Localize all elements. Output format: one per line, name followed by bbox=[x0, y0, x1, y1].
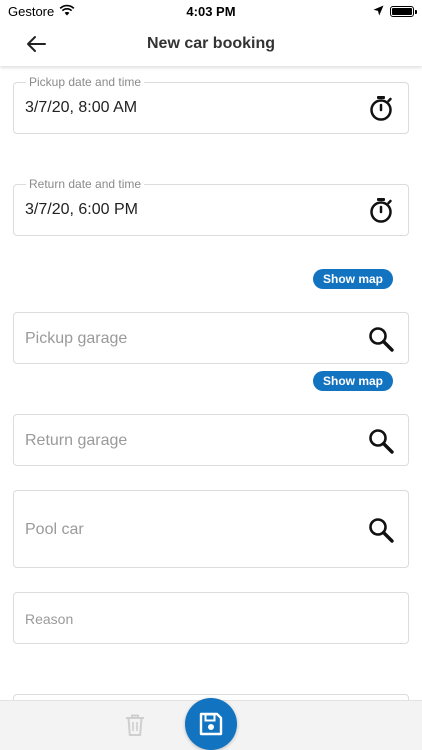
search-icon[interactable] bbox=[368, 326, 394, 352]
search-icon[interactable] bbox=[368, 428, 394, 454]
search-icon[interactable] bbox=[368, 517, 394, 543]
pickup-datetime-field[interactable]: Pickup date and time 3/7/20, 8:00 AM bbox=[13, 75, 409, 134]
status-right bbox=[373, 4, 417, 19]
pool-car-field[interactable]: Pool car bbox=[13, 490, 409, 568]
status-left: Gestore bbox=[8, 4, 75, 19]
pickup-garage-field[interactable]: Pickup garage bbox=[13, 312, 409, 364]
bottom-action-bar bbox=[0, 698, 422, 750]
trash-icon[interactable] bbox=[124, 713, 146, 737]
return-garage-placeholder: Return garage bbox=[25, 432, 128, 449]
save-button[interactable] bbox=[185, 698, 237, 750]
show-map-pickup-button[interactable]: Show map bbox=[312, 269, 393, 289]
carrier-name: Gestore bbox=[8, 3, 55, 19]
location-arrow-icon bbox=[373, 4, 384, 19]
pickup-datetime-label: Pickup date and time bbox=[26, 75, 145, 89]
return-datetime-field[interactable]: Return date and time 3/7/20, 6:00 PM bbox=[13, 177, 409, 236]
wifi-icon bbox=[59, 4, 75, 19]
return-datetime-value: 3/7/20, 6:00 PM bbox=[25, 201, 138, 218]
stopwatch-icon[interactable] bbox=[368, 197, 394, 223]
app-header: New car booking bbox=[0, 22, 422, 66]
stopwatch-icon[interactable] bbox=[368, 95, 394, 121]
back-button[interactable] bbox=[22, 30, 50, 58]
return-garage-field[interactable]: Return garage bbox=[13, 414, 409, 466]
status-bar: Gestore 4:03 PM bbox=[0, 0, 422, 22]
pool-car-placeholder: Pool car bbox=[25, 521, 84, 538]
floppy-disk-icon bbox=[199, 712, 223, 736]
reason-field[interactable]: Reason bbox=[13, 592, 409, 644]
booking-form: Pickup date and time 3/7/20, 8:00 AM Ret… bbox=[0, 66, 422, 700]
pickup-datetime-value: 3/7/20, 8:00 AM bbox=[25, 99, 138, 116]
pickup-garage-placeholder: Pickup garage bbox=[25, 330, 128, 347]
battery-icon bbox=[390, 5, 417, 17]
page-title: New car booking bbox=[146, 35, 276, 52]
show-map-return-button[interactable]: Show map bbox=[312, 371, 393, 391]
return-datetime-label: Return date and time bbox=[26, 177, 145, 191]
arrow-left-icon bbox=[27, 36, 46, 52]
reason-placeholder: Reason bbox=[25, 611, 74, 627]
